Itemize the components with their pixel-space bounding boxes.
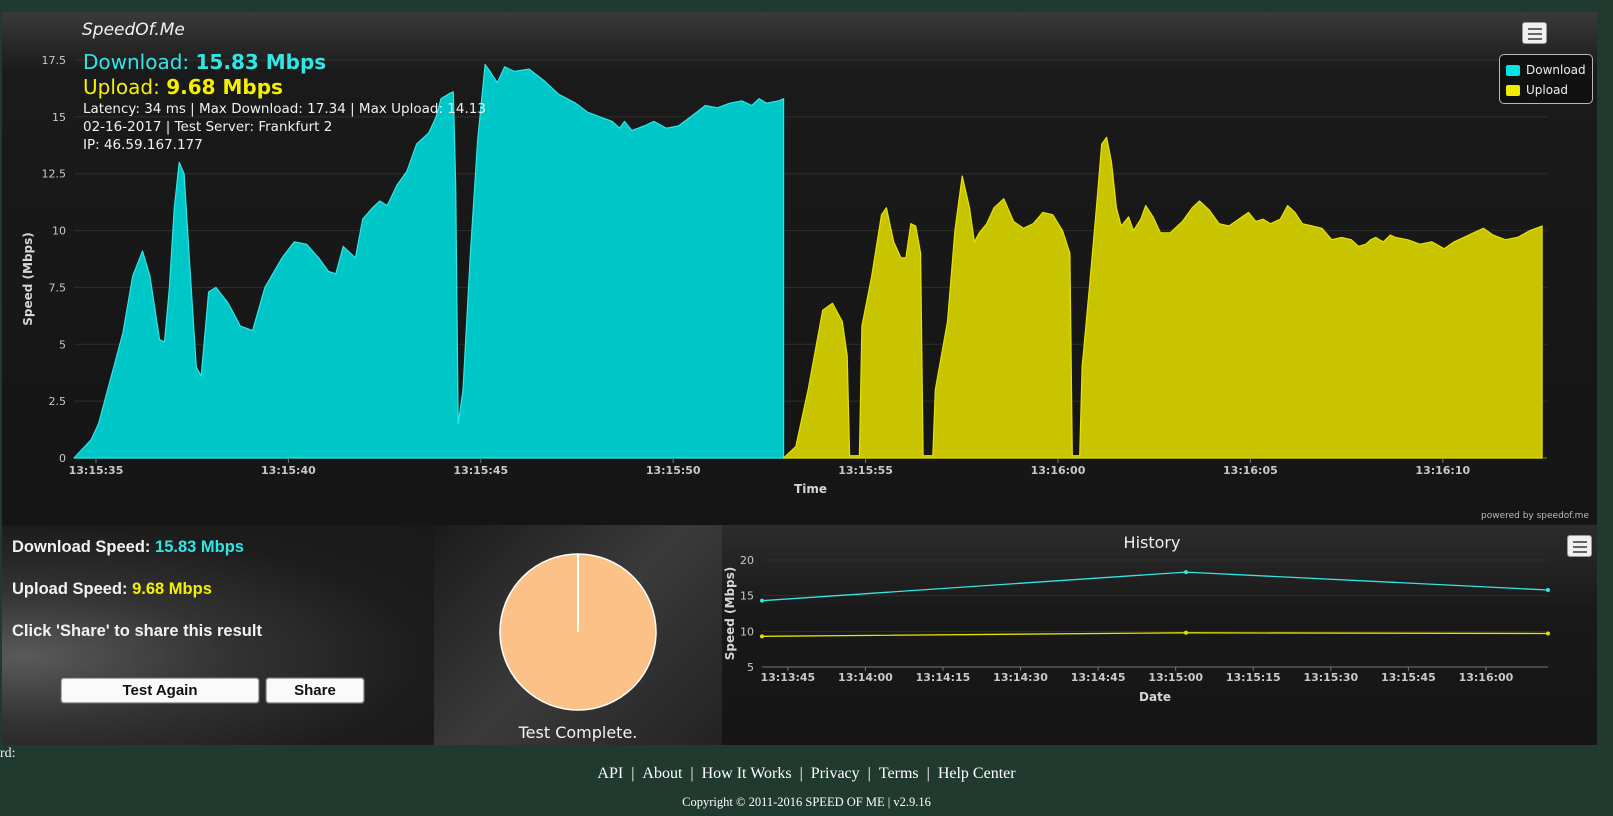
footer-links: API | About | How It Works | Privacy | Terms | Hel… — [0, 765, 1613, 783]
summary-upload: Upload: 9.68 Mbps — [83, 75, 486, 100]
hamburger-icon-bar — [1528, 38, 1542, 40]
progress-pie — [499, 553, 657, 711]
footer-separator: | — [631, 765, 635, 782]
hamburger-icon-bar — [1528, 33, 1542, 35]
result-upload: Upload Speed: 9.68 Mbps — [12, 580, 212, 599]
result-download: Download Speed: 15.83 Mbps — [12, 538, 244, 557]
legend-upload-label: Upload — [1526, 83, 1569, 97]
powered-by-link[interactable]: powered by speedof.me — [1481, 511, 1589, 521]
chart-menu-button[interactable] — [1522, 22, 1547, 44]
history-point-upload[interactable] — [1546, 631, 1550, 636]
history-y-tick-label: 20 — [740, 554, 754, 567]
y-tick-label: 15 — [52, 111, 66, 124]
footer-link-api[interactable]: API — [597, 765, 623, 782]
share-hint: Click 'Share' to share this result — [12, 622, 262, 640]
summary-latency-line: Latency: 34 ms | Max Download: 17.34 | M… — [83, 101, 486, 117]
x-tick-label: 13:16:05 — [1223, 464, 1278, 477]
y-tick-label: 2.5 — [49, 395, 67, 408]
legend-download[interactable]: Download — [1506, 60, 1586, 80]
y-tick-label: 7.5 — [49, 281, 67, 294]
history-x-tick-label: 13:13:45 — [760, 671, 815, 684]
hamburger-icon — [1528, 28, 1542, 30]
history-x-tick-label: 13:14:45 — [1071, 671, 1126, 684]
history-line-upload — [761, 632, 1549, 637]
summary-download: Download: 15.83 Mbps — [83, 50, 486, 75]
test-again-button[interactable]: Test Again — [61, 678, 259, 703]
x-tick-label: 13:15:50 — [646, 464, 701, 477]
x-tick-label: 13:15:45 — [453, 464, 508, 477]
summary-upload-label: Upload: — [83, 75, 160, 99]
history-point-download[interactable] — [1546, 587, 1550, 592]
legend-upload[interactable]: Upload — [1506, 80, 1586, 100]
footer-separator: | — [799, 765, 803, 782]
legend-download-swatch — [1506, 64, 1520, 76]
summary-info: Download: 15.83 Mbps Upload: 9.68 Mbps L… — [83, 50, 486, 154]
summary-upload-value: 9.68 Mbps — [166, 75, 283, 99]
history-point-download[interactable] — [760, 598, 764, 603]
history-y-tick-label: 5 — [747, 661, 754, 674]
history-x-tick-label: 13:14:15 — [916, 671, 971, 684]
history-x-tick-label: 13:14:00 — [838, 671, 893, 684]
y-tick-label: 12.5 — [42, 168, 67, 181]
x-tick-label: 13:16:10 — [1415, 464, 1470, 477]
footer-link-about[interactable]: About — [642, 765, 682, 782]
x-tick-label: 13:15:40 — [261, 464, 316, 477]
summary-download-value: 15.83 Mbps — [195, 50, 327, 74]
share-button[interactable]: Share — [266, 678, 364, 703]
chart-legend: Download Upload — [1499, 54, 1593, 104]
y-axis-label: Speed (Mbps) — [21, 232, 35, 326]
y-tick-label: 10 — [52, 225, 66, 238]
x-tick-label: 13:15:55 — [838, 464, 893, 477]
history-x-tick-label: 13:14:30 — [993, 671, 1048, 684]
history-x-tick-label: 13:15:00 — [1148, 671, 1203, 684]
test-status: Test Complete. — [518, 723, 638, 742]
copyright: Copyright © 2011-2016 SPEED OF ME | v2.9… — [682, 795, 931, 809]
history-x-tick-label: 13:16:00 — [1459, 671, 1514, 684]
x-tick-label: 13:16:00 — [1031, 464, 1086, 477]
result-download-label: Download Speed: — [12, 538, 151, 556]
footer-link-help-center[interactable]: Help Center — [938, 765, 1016, 782]
footer-separator: | — [690, 765, 694, 782]
brand-logo: SpeedOf.Me — [82, 20, 185, 40]
speed-chart-panel: 0 2.5 5 7.5 10 12.5 15 17.5 13:15:35 13:15:40 13:1… — [2, 12, 1597, 525]
history-point-upload[interactable] — [760, 634, 764, 639]
x-axis-label: Time — [794, 482, 827, 496]
history-point-download[interactable] — [1184, 570, 1189, 575]
summary-server-line: 02-16-2017 | Test Server: Frankfurt 2 — [83, 119, 333, 135]
history-x-axis-label: Date — [1139, 690, 1171, 704]
history-point-upload[interactable] — [1184, 630, 1189, 635]
history-line-download — [761, 571, 1549, 602]
footer-separator: | — [867, 765, 871, 782]
y-tick-label: 5 — [59, 338, 66, 351]
series-area-upload — [782, 136, 1543, 459]
y-tick-label: 0 — [59, 452, 66, 465]
history-panel: History 5 10 15 20 13:13:45 13:14:00 13:14:15 1… — [722, 525, 1597, 745]
footer-link-terms[interactable]: Terms — [879, 765, 919, 782]
result-download-value: 15.83 Mbps — [155, 538, 244, 556]
results-panel: Download Speed: 15.83 Mbps Upload Speed:… — [2, 525, 434, 745]
history-y-tick-label: 15 — [740, 590, 754, 603]
history-x-tick-label: 13:15:15 — [1226, 671, 1281, 684]
history-chart: 5 10 15 20 13:13:45 13:14:00 13:14:15 13:14:30 1… — [723, 554, 1550, 704]
footer-separator: | — [926, 765, 930, 782]
cut-off-text: rd: — [0, 746, 16, 761]
history-x-tick-label: 13:15:45 — [1381, 671, 1436, 684]
footer-link-how-it-works[interactable]: How It Works — [702, 765, 792, 782]
footer-link-privacy[interactable]: Privacy — [811, 765, 860, 782]
legend-download-label: Download — [1526, 63, 1586, 77]
x-tick-label: 13:15:35 — [69, 464, 124, 477]
legend-upload-swatch — [1506, 84, 1520, 96]
y-tick-label: 17.5 — [42, 54, 67, 67]
result-upload-label: Upload Speed: — [12, 580, 128, 598]
summary-download-label: Download: — [83, 50, 190, 74]
summary-ip-line: IP: 46.59.167.177 — [83, 137, 203, 153]
history-x-tick-label: 13:15:30 — [1303, 671, 1358, 684]
result-upload-value: 9.68 Mbps — [132, 580, 212, 598]
history-y-axis-label: Speed (Mbps) — [723, 567, 737, 661]
history-y-tick-label: 10 — [740, 625, 754, 638]
progress-panel: Test Complete. — [434, 525, 722, 745]
